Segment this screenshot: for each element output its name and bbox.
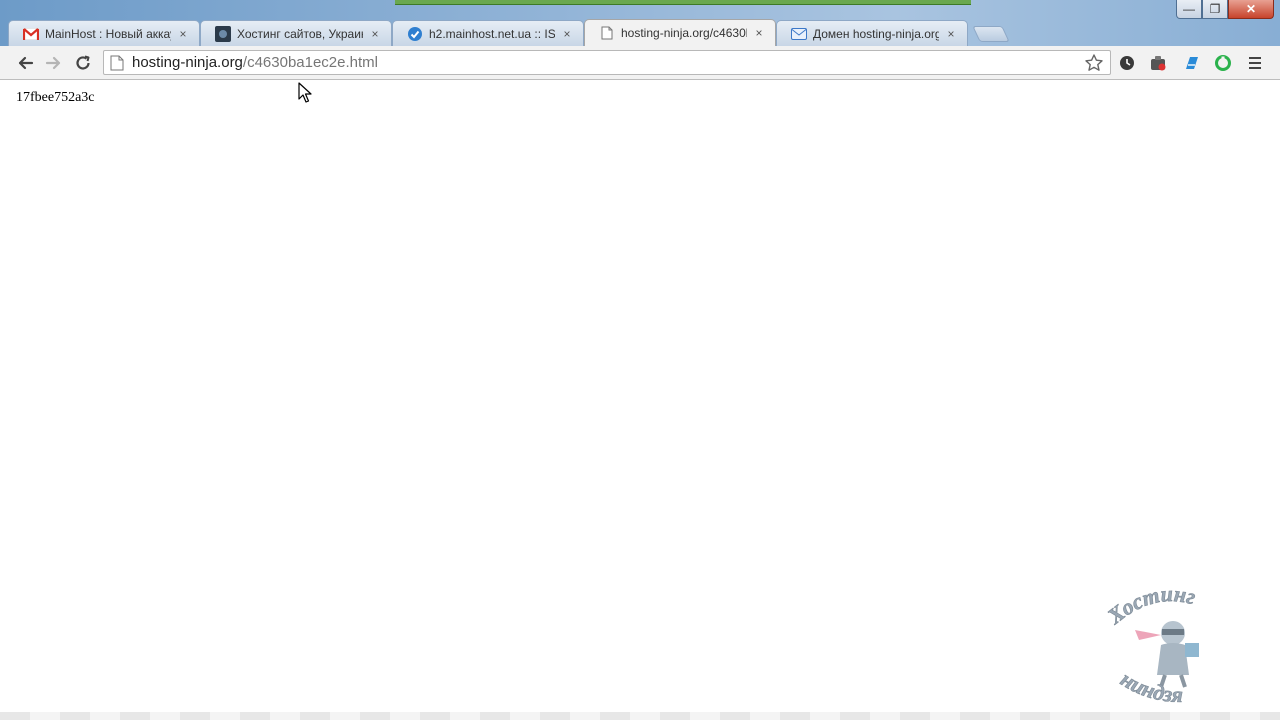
minimize-button[interactable]: — xyxy=(1176,0,1202,19)
extension-blue-icon xyxy=(1186,57,1198,69)
mail-icon xyxy=(791,26,807,42)
extension-icon xyxy=(1151,56,1166,71)
ispmanager-icon xyxy=(407,26,423,42)
reload-button[interactable] xyxy=(72,52,94,74)
tab-close-button[interactable]: × xyxy=(561,27,573,41)
forward-button[interactable] xyxy=(43,52,65,74)
gmail-icon xyxy=(23,26,39,42)
page-content: 17fbee752a3c xyxy=(0,80,1280,720)
url-host: hosting-ninja.org xyxy=(132,54,243,71)
tab-title: hosting-ninja.org/c4630ba1ec2e.html xyxy=(621,26,747,40)
back-icon xyxy=(18,56,34,70)
tab-title: h2.mainhost.net.ua :: ISPmanager xyxy=(429,26,555,41)
address-bar[interactable]: hosting-ninja.org/c4630ba1ec2e.html xyxy=(103,50,1111,75)
bottom-edge-strip xyxy=(0,712,1280,720)
tab-close-button[interactable]: × xyxy=(177,27,189,41)
tab-mainhost-account[interactable]: MainHost : Новый аккаунт × xyxy=(8,20,200,46)
tab-close-button[interactable]: × xyxy=(369,27,381,41)
history-extension-button[interactable] xyxy=(1118,54,1136,72)
loading-progress-strip xyxy=(395,0,971,5)
site-favicon-icon xyxy=(215,25,231,42)
extension-button-3[interactable] xyxy=(1214,54,1232,72)
url-path: /c4630ba1ec2e.html xyxy=(242,54,379,71)
back-button[interactable] xyxy=(14,52,36,74)
extension-green-icon xyxy=(1215,55,1231,71)
tab-title: Хостинг сайтов, Украина xyxy=(237,26,363,41)
menu-icon xyxy=(1249,57,1261,69)
tab-list: MainHost : Новый аккаунт × Хостинг сайто… xyxy=(8,19,1010,46)
maximize-button[interactable]: ❐ xyxy=(1202,0,1228,19)
mouse-cursor-icon xyxy=(298,82,312,103)
tab-title: MainHost : Новый аккаунт xyxy=(45,26,171,41)
page-icon xyxy=(599,25,615,41)
bookmark-star-icon[interactable] xyxy=(1084,53,1104,73)
tab-close-button[interactable]: × xyxy=(753,26,765,40)
tab-close-button[interactable]: × xyxy=(945,27,957,41)
clock-icon xyxy=(1120,56,1134,70)
svg-text:Хостинг: Хостинг xyxy=(1105,585,1198,629)
tab-hosting-ukraine[interactable]: Хостинг сайтов, Украина × xyxy=(200,20,392,46)
hosting-ninja-logo-icon: Хостинг ниндзя xyxy=(1105,585,1199,707)
toolbar: hosting-ninja.org/c4630ba1ec2e.html xyxy=(0,46,1280,80)
extension-button-1[interactable] xyxy=(1149,54,1167,72)
verification-code-text: 17fbee752a3c xyxy=(16,90,95,105)
new-tab-button[interactable] xyxy=(972,26,1010,42)
url-text[interactable]: hosting-ninja.org/c4630ba1ec2e.html xyxy=(132,54,378,71)
tab-domain-hosting-ninja[interactable]: Домен hosting-ninja.org × xyxy=(776,20,968,46)
logo-top-text: Хостинг xyxy=(1105,585,1198,630)
forward-icon xyxy=(45,56,61,70)
extension-button-2[interactable] xyxy=(1182,54,1200,72)
close-window-button[interactable]: ✕ xyxy=(1228,0,1274,19)
tab-title: Домен hosting-ninja.org xyxy=(813,26,939,41)
window-controls: — ❐ ✕ xyxy=(1176,0,1274,20)
reload-icon xyxy=(76,55,90,70)
tab-hosting-ninja-page[interactable]: hosting-ninja.org/c4630ba1ec2e.html × xyxy=(584,19,776,46)
chrome-menu-button[interactable] xyxy=(1246,54,1264,72)
tab-ispmanager[interactable]: h2.mainhost.net.ua :: ISPmanager × xyxy=(392,20,584,46)
browser-chrome: — ❐ ✕ MainHost : Новый аккаунт × Хостинг… xyxy=(0,0,1280,80)
page-info-icon[interactable] xyxy=(110,55,124,71)
